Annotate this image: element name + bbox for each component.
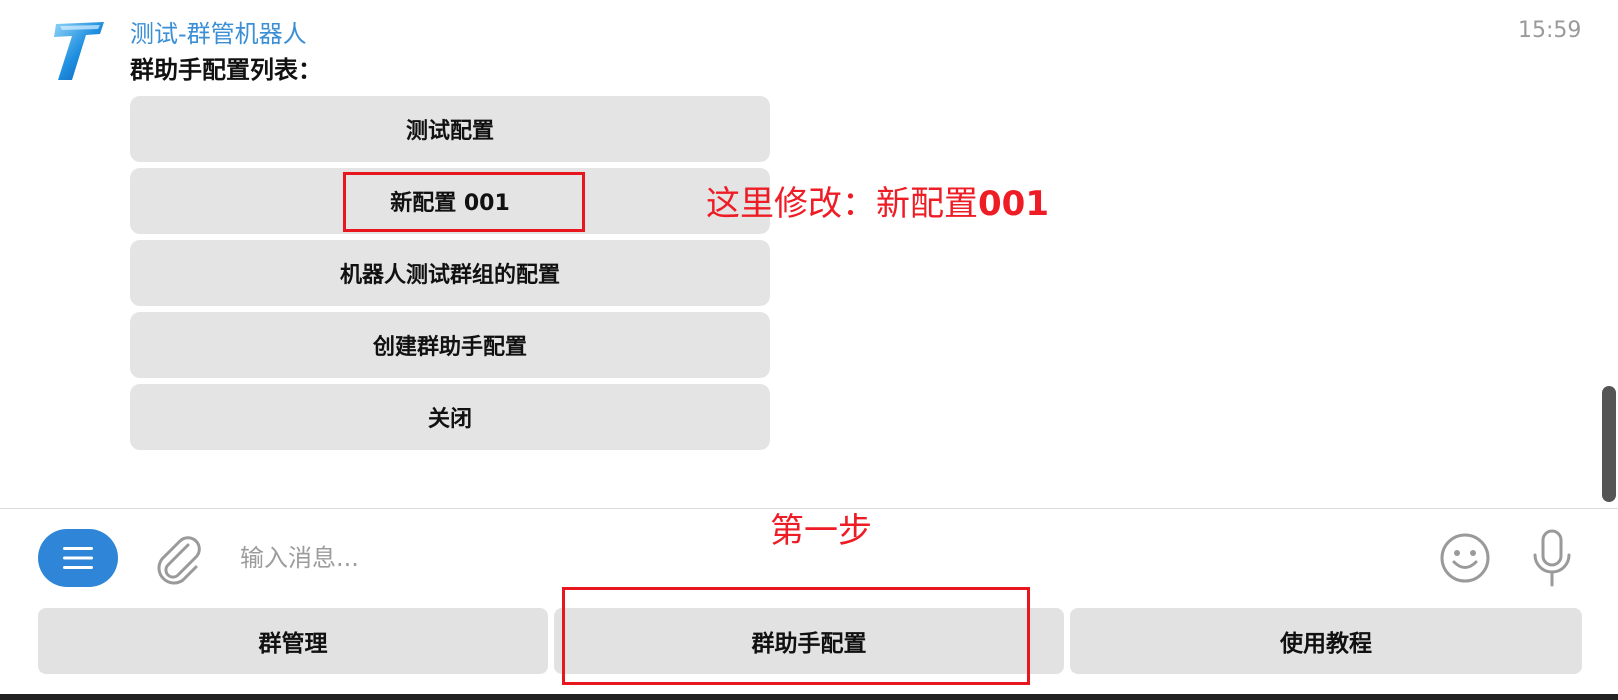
reply-button-tutorial[interactable]: 使用教程 (1070, 608, 1582, 674)
reply-button-group-management[interactable]: 群管理 (38, 608, 548, 674)
bot-logo-icon (54, 22, 104, 80)
attach-button[interactable] (152, 531, 204, 585)
window-bottom-edge (0, 694, 1618, 700)
menu-icon (63, 547, 93, 569)
annotation-modify-prefix: 这里修改：新配置 (706, 184, 978, 224)
emoji-icon (1440, 533, 1490, 583)
inline-button-test-config[interactable]: 测试配置 (130, 96, 770, 162)
annotation-step-one: 第一步 (770, 511, 872, 551)
reply-keyboard: 群管理 群助手配置 使用教程 (0, 587, 1618, 694)
emoji-button[interactable] (1438, 531, 1492, 585)
microphone-button[interactable] (1530, 527, 1574, 591)
message-timestamp: 15:59 (1518, 18, 1582, 43)
chat-area: 测试-群管机器人 15:59 群助手配置列表： 测试配置 新配置 001 机器人… (0, 0, 1618, 508)
message-composer: 第一步 (0, 509, 1618, 605)
bot-avatar[interactable] (50, 20, 106, 82)
inline-button-new-config-001[interactable]: 新配置 001 (130, 168, 770, 234)
annotation-modify-note: 这里修改：新配置001 (706, 176, 1049, 225)
bot-name[interactable]: 测试-群管机器人 (130, 14, 307, 49)
annotation-modify-suffix: 001 (978, 184, 1049, 224)
reply-button-group-assistant-config[interactable]: 群助手配置 (554, 608, 1064, 674)
inline-button-create-config[interactable]: 创建群助手配置 (130, 312, 770, 378)
microphone-icon (1533, 529, 1571, 587)
inline-button-close[interactable]: 关闭 (130, 384, 770, 450)
menu-button[interactable] (38, 529, 118, 587)
inline-button-bot-test-group-config[interactable]: 机器人测试群组的配置 (130, 240, 770, 306)
message-input[interactable] (238, 533, 1142, 583)
message-text: 群助手配置列表： (130, 56, 322, 84)
paperclip-icon (157, 536, 201, 585)
chat-scrollbar[interactable] (1602, 386, 1616, 502)
